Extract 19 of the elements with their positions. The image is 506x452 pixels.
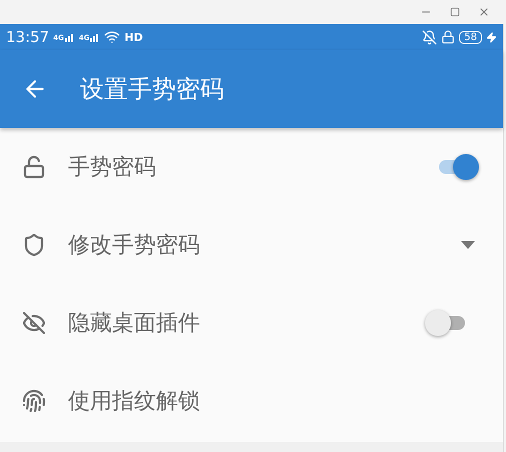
page-title: 设置手势密码 [80, 74, 224, 105]
shield-icon [22, 233, 46, 257]
eye-off-icon [22, 311, 46, 335]
setting-label: 隐藏桌面插件 [68, 310, 201, 338]
setting-label: 手势密码 [68, 154, 157, 182]
battery-indicator: 58 [459, 30, 482, 44]
bell-off-icon [422, 30, 438, 44]
close-icon[interactable] [478, 6, 490, 18]
unlock-icon [22, 155, 46, 179]
setting-label: 使用指纹解锁 [68, 388, 201, 416]
wifi-icon [104, 29, 120, 45]
fingerprint-icon [22, 389, 46, 413]
hd-indicator: HD [124, 30, 143, 44]
status-time: 13:57 [6, 28, 50, 46]
charging-icon [486, 32, 497, 42]
dropdown-caret-icon[interactable] [461, 241, 475, 249]
setting-label: 修改手势密码 [68, 232, 201, 260]
lock-icon [441, 30, 456, 44]
maximize-icon[interactable] [450, 7, 460, 17]
